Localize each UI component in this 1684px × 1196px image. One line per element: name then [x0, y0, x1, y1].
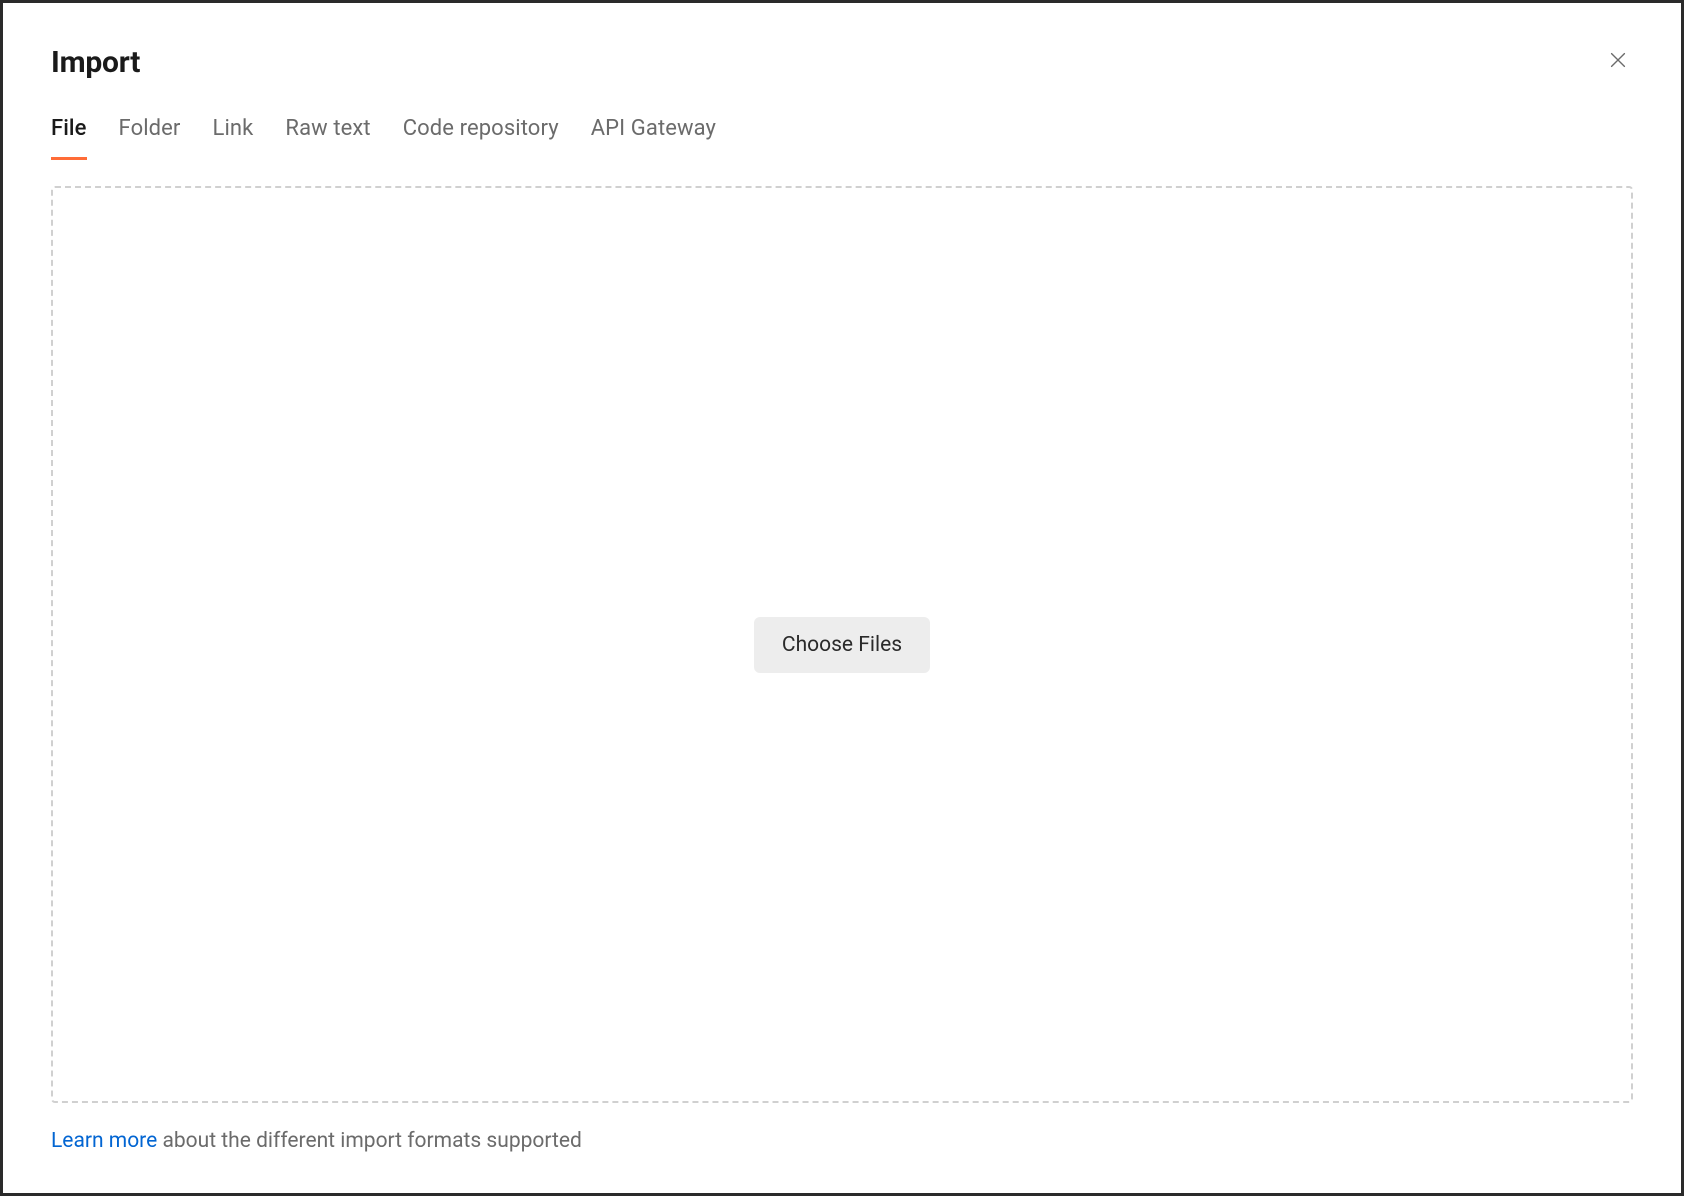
tab-folder[interactable]: Folder	[119, 116, 181, 160]
footer-text: Learn more about the different import fo…	[51, 1129, 1633, 1153]
choose-files-button[interactable]: Choose Files	[754, 617, 930, 673]
modal-title: Import	[51, 45, 140, 80]
file-dropzone[interactable]: Choose Files	[51, 186, 1633, 1103]
tab-api-gateway[interactable]: API Gateway	[591, 116, 716, 160]
tab-file[interactable]: File	[51, 116, 87, 160]
learn-more-link[interactable]: Learn more	[51, 1129, 157, 1153]
footer-rest: about the different import formats suppo…	[157, 1129, 582, 1153]
import-modal: Import File Folder Link Raw text Code re…	[0, 0, 1684, 1196]
tab-link[interactable]: Link	[213, 116, 254, 160]
close-button[interactable]	[1603, 45, 1633, 78]
close-icon	[1607, 49, 1629, 74]
tab-code-repository[interactable]: Code repository	[403, 116, 559, 160]
tab-raw-text[interactable]: Raw text	[285, 116, 370, 160]
tabs: File Folder Link Raw text Code repositor…	[51, 116, 1633, 160]
modal-header: Import	[51, 45, 1633, 80]
